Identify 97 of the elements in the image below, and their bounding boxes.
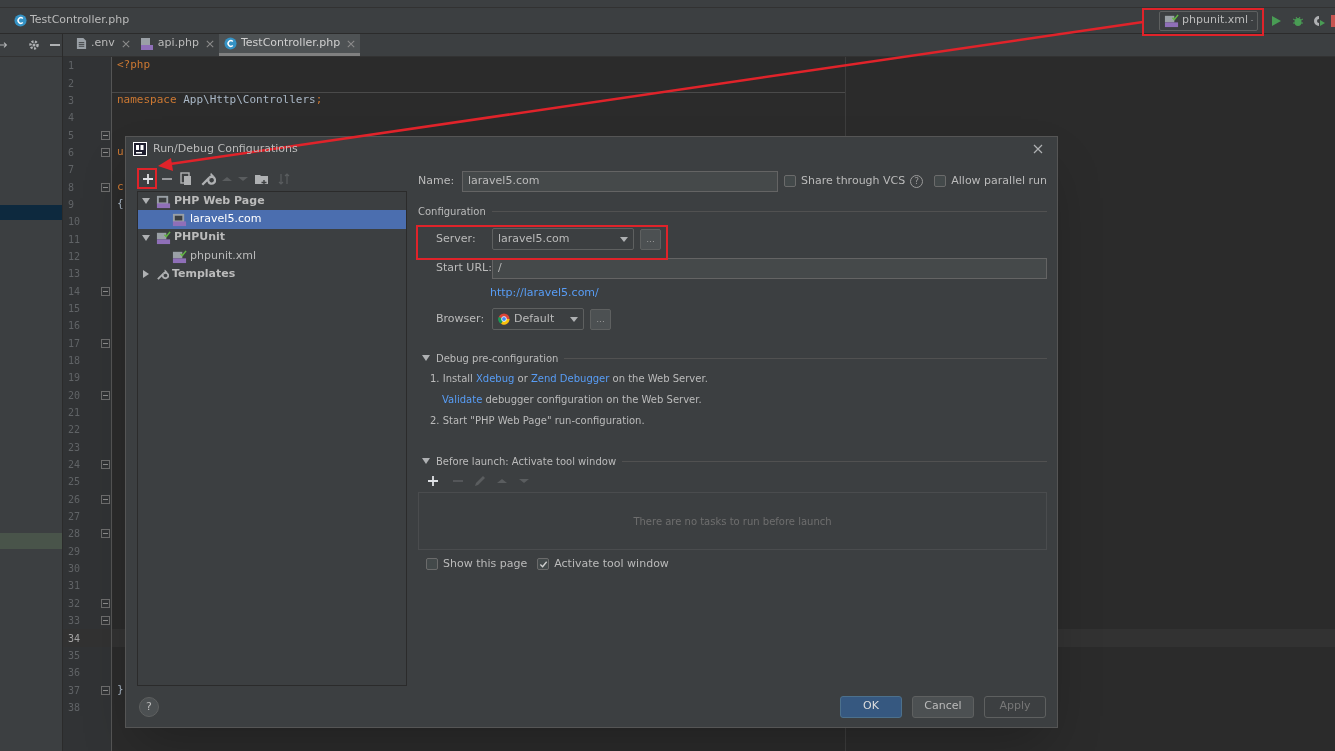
tree-item[interactable]: phpunit.xml xyxy=(138,246,406,266)
coverage-icon[interactable] xyxy=(1312,14,1326,27)
fold-icon[interactable] xyxy=(101,147,110,157)
tree-item[interactable]: laravel5.com xyxy=(138,210,406,229)
add-icon[interactable] xyxy=(140,171,156,187)
fold-icon[interactable] xyxy=(101,130,110,140)
dialog-button[interactable]: OK xyxy=(840,695,902,718)
bug-icon[interactable] xyxy=(1292,14,1304,27)
web-page-icon xyxy=(172,211,187,227)
checkbox[interactable] xyxy=(537,558,550,570)
instruction-text: 2. Start "PHP Web Page" run-configuration. xyxy=(430,414,645,428)
section-title[interactable]: Before launch: Activate tool window xyxy=(436,453,617,469)
expand-arrow-icon[interactable] xyxy=(142,270,150,279)
sort-icon xyxy=(276,171,292,187)
close-icon[interactable] xyxy=(205,39,214,48)
help-button[interactable]: ? xyxy=(139,696,159,717)
expand-arrow-icon[interactable] xyxy=(142,233,150,242)
php-file-icon xyxy=(139,36,154,51)
browse-button[interactable]: ... xyxy=(590,308,611,330)
class-icon xyxy=(223,37,237,50)
copy-icon[interactable] xyxy=(178,171,194,187)
browser-icon xyxy=(498,313,510,325)
close-icon[interactable] xyxy=(347,39,356,48)
file-icon xyxy=(76,37,87,50)
field-label: Server: xyxy=(436,230,477,247)
fold-icon[interactable] xyxy=(101,616,110,626)
fold-icon[interactable] xyxy=(101,685,110,695)
dialog-button[interactable]: Cancel xyxy=(912,695,974,718)
wrench-icon[interactable] xyxy=(200,171,216,187)
phpunit-icon xyxy=(156,230,171,246)
checkbox-label: Activate tool window xyxy=(554,555,669,572)
url-field[interactable]: / xyxy=(492,258,1047,279)
expand-arrow-icon[interactable] xyxy=(422,354,430,362)
close-icon[interactable] xyxy=(121,39,130,48)
tree-item[interactable]: PHPUnit xyxy=(138,228,406,247)
tree-item[interactable]: PHP Web Page xyxy=(138,192,406,211)
code-line: c xyxy=(117,178,124,195)
name-field[interactable]: laravel5.com xyxy=(462,170,778,192)
field-label: Start URL: xyxy=(436,260,492,277)
editor-tab[interactable]: api.php xyxy=(134,34,219,56)
section-title: Configuration xyxy=(418,204,486,219)
run-configuration-dropdown[interactable]: phpunit.xml xyxy=(1159,10,1258,31)
editor-tab[interactable]: .env xyxy=(71,34,135,56)
pencil-icon xyxy=(475,476,485,486)
collapse-icon[interactable] xyxy=(0,40,8,50)
dropdown[interactable]: Default xyxy=(492,308,584,330)
checkbox-label: Allow parallel run xyxy=(951,172,1047,189)
checkbox-label: Show this page xyxy=(443,555,528,572)
phpunit-icon xyxy=(1164,13,1179,28)
code-line: namespace App\Http\Controllers; xyxy=(117,92,323,109)
wrench-icon xyxy=(156,267,169,281)
phpunit-icon xyxy=(172,248,187,264)
caret-icon xyxy=(570,316,578,322)
link[interactable]: Validate xyxy=(442,394,483,405)
instruction-text: Validate debugger configuration on the Web Server. xyxy=(442,393,702,407)
breadcrumb-item[interactable]: TestController.php xyxy=(30,12,130,29)
field-label: Name: xyxy=(418,172,456,189)
tree-item[interactable]: Templates xyxy=(138,265,406,284)
checkbox[interactable] xyxy=(426,558,438,570)
expand-arrow-icon[interactable] xyxy=(422,457,430,465)
code-line: } xyxy=(117,681,124,698)
checkbox[interactable] xyxy=(784,175,797,187)
expand-arrow-icon[interactable] xyxy=(142,197,150,206)
run-icon[interactable] xyxy=(1270,14,1282,27)
add-icon[interactable] xyxy=(425,473,441,489)
fold-icon[interactable] xyxy=(101,286,110,296)
section-title[interactable]: Debug pre-configuration xyxy=(436,350,559,366)
toolbar-icon[interactable] xyxy=(1331,14,1335,27)
code-line: <?php xyxy=(117,57,151,74)
field-label: Browser: xyxy=(436,310,486,327)
dropdown[interactable]: laravel5.com xyxy=(492,228,634,250)
app-icon xyxy=(133,142,147,156)
fold-icon[interactable] xyxy=(101,338,110,348)
settings-icon[interactable] xyxy=(28,39,40,51)
checkbox-label: Share through VCS xyxy=(801,172,906,189)
fold-icon[interactable] xyxy=(101,182,110,192)
link[interactable]: Xdebug xyxy=(476,373,515,384)
line-number: 34 xyxy=(68,631,82,646)
fold-icon[interactable] xyxy=(101,390,110,400)
editor-tab[interactable]: TestController.php xyxy=(218,34,361,56)
selection-highlight xyxy=(0,205,62,220)
checkbox[interactable] xyxy=(934,175,947,187)
link[interactable]: Zend Debugger xyxy=(531,373,610,384)
fold-icon[interactable] xyxy=(101,494,110,504)
browse-button[interactable]: ... xyxy=(640,228,661,250)
instruction-text: 1. Install Xdebug or Zend Debugger on the Web Server. xyxy=(430,372,708,386)
code-line: u xyxy=(117,144,124,161)
fold-icon[interactable] xyxy=(101,529,110,539)
close-icon[interactable] xyxy=(1033,144,1043,154)
fold-icon[interactable] xyxy=(101,598,110,608)
link[interactable]: http://laravel5.com/ xyxy=(490,284,599,302)
code-line: { xyxy=(117,196,124,213)
fold-icon[interactable] xyxy=(101,460,110,470)
caret-icon xyxy=(620,236,628,242)
class-icon xyxy=(14,14,27,27)
selection-highlight xyxy=(0,533,62,549)
highlight-frame xyxy=(137,168,157,189)
